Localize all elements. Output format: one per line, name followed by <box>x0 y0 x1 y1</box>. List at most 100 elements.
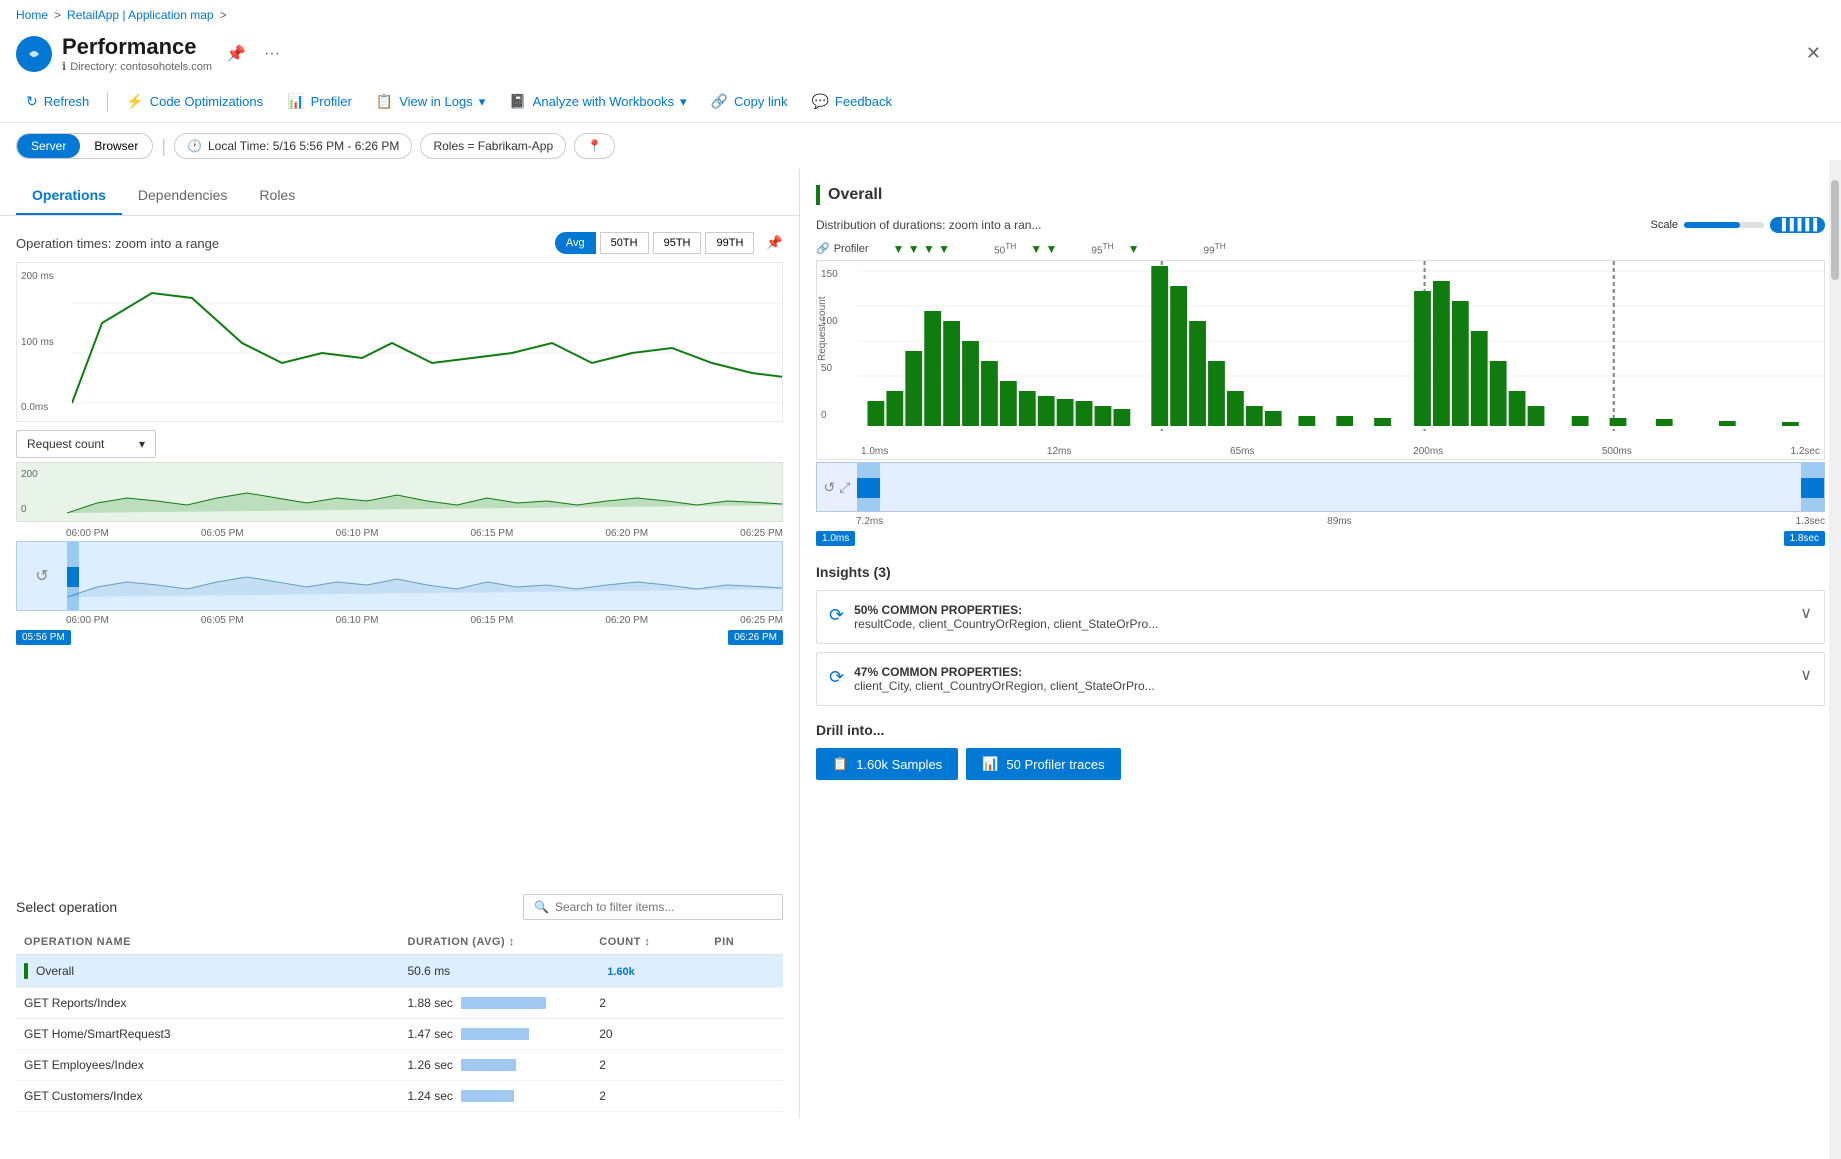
mini-chart[interactable]: 200 0 <box>16 462 783 522</box>
dist-range-icon: ↺ ⤢ <box>817 463 857 511</box>
pin-button[interactable]: 📌 <box>222 40 250 68</box>
samples-button[interactable]: 📋 1.60k Samples <box>816 748 958 780</box>
scale-active-indicator: ▐▐▐▐▐ <box>1770 217 1825 233</box>
sort-icon[interactable]: ↕ <box>509 936 515 948</box>
toolbar: ↻ Refresh ⚡ Code Optimizations 📊 Profile… <box>0 81 1841 123</box>
range-endpoints: 05:56 PM 06:26 PM <box>16 628 783 647</box>
scale-label: Scale <box>1651 219 1679 231</box>
p50-marker: 50TH <box>994 241 1016 256</box>
chevron-down-icon-2: ∨ <box>1800 665 1812 685</box>
table-row[interactable]: GET Customers/Index 1.24 sec 2 <box>16 1081 783 1112</box>
tab-dependencies[interactable]: Dependencies <box>122 177 244 215</box>
sep2: > <box>220 8 227 22</box>
refresh-button[interactable]: ↻ Refresh <box>16 87 99 116</box>
dist-chart-area <box>817 261 1824 459</box>
drill-section: Drill into... 📋 1.60k Samples 📊 50 Profi… <box>816 722 1825 780</box>
mini-chart-svg <box>67 463 783 522</box>
copy-link-button[interactable]: 🔗 Copy link <box>701 87 798 116</box>
duration-value: 1.47 sec <box>408 1027 453 1041</box>
close-button[interactable]: ✕ <box>1802 39 1825 68</box>
page-title: Performance <box>62 34 212 60</box>
profiler-label: Profiler <box>311 94 352 109</box>
y-0: 0.0ms <box>21 402 68 413</box>
insight-card-1[interactable]: ⟳ 50% COMMON PROPERTIES: resultCode, cli… <box>816 590 1825 644</box>
home-link[interactable]: Home <box>16 8 48 22</box>
t5: 06:20 PM <box>605 528 648 539</box>
p50-btn[interactable]: 50TH <box>600 232 649 254</box>
line-chart-svg <box>72 263 783 422</box>
location-filter-pill[interactable]: 📍 <box>574 133 615 159</box>
distribution-chart[interactable]: 150 100 50 0 <box>816 260 1825 460</box>
op-name: GET Employees/Index <box>24 1058 144 1072</box>
insight-icon-2: ⟳ <box>829 667 844 688</box>
duration-axis: 1.0ms 12ms 65ms 200ms 500ms 1.2sec <box>857 444 1824 459</box>
profiler-marker3: ▼ <box>1128 242 1140 256</box>
roles-filter-pill[interactable]: Roles = Fabrikam-App <box>420 133 566 159</box>
op-duration: 1.88 sec <box>400 988 592 1019</box>
count-sort-icon[interactable]: ↕ <box>644 936 650 948</box>
p50-label: 50TH <box>611 237 638 249</box>
left-panel: Operations Dependencies Roles Operation … <box>0 169 800 1118</box>
range-time-labels: 06:00 PM 06:05 PM 06:10 PM 06:15 PM 06:2… <box>16 613 783 626</box>
main-line-chart[interactable]: 200 ms 100 ms 0.0ms <box>16 262 783 422</box>
op-pin[interactable] <box>706 988 783 1019</box>
op-name: GET Home/SmartRequest3 <box>24 1027 171 1041</box>
profiler-button[interactable]: 📊 Profiler <box>277 87 362 116</box>
op-name-cell: GET Employees/Index <box>16 1050 400 1081</box>
insight-text-1: 50% COMMON PROPERTIES: resultCode, clien… <box>854 603 1790 631</box>
title-bar: Performance ℹ Directory: contosohotels.c… <box>0 30 1841 81</box>
insight-desc-1: resultCode, client_CountryOrRegion, clie… <box>854 617 1790 631</box>
profiler-traces-button[interactable]: 📊 50 Profiler traces <box>966 748 1120 780</box>
op-pin[interactable] <box>706 1081 783 1112</box>
scrollbar-track[interactable] <box>1829 160 1841 1159</box>
p99-btn[interactable]: 99TH <box>705 232 754 254</box>
retail-link[interactable]: RetailApp | Application map <box>67 8 214 22</box>
subtitle: ℹ Directory: contosohotels.com <box>62 60 212 73</box>
code-opt-button[interactable]: ⚡ Code Optimizations <box>116 87 273 116</box>
th-count: COUNT ↕ <box>591 930 706 955</box>
op-pin[interactable] <box>706 955 783 988</box>
request-dropdown[interactable]: Request count ▾ <box>16 430 156 458</box>
insight-card-2[interactable]: ⟳ 47% COMMON PROPERTIES: client_City, cl… <box>816 652 1825 706</box>
scale-slider[interactable] <box>1684 222 1764 228</box>
table-row[interactable]: GET Reports/Index 1.88 sec 2 <box>16 988 783 1019</box>
avg-btn[interactable]: Avg <box>555 232 596 254</box>
feedback-button[interactable]: 💬 Feedback <box>801 87 902 116</box>
more-button[interactable]: ··· <box>260 41 284 67</box>
scrollbar-thumb[interactable] <box>1831 180 1839 280</box>
duration-bar <box>461 1090 514 1102</box>
profiler-row: 🔗 Profiler ▼ ▼ ▼ ▼ 50TH ▼ ▼ 95TH ▼ 99TH <box>816 241 1825 256</box>
tab-operations[interactable]: Operations <box>16 177 122 215</box>
analyze-button[interactable]: 📓 Analyze with Workbooks ▾ <box>499 87 696 116</box>
view-in-logs-button[interactable]: 📋 View in Logs ▾ <box>366 87 495 116</box>
time-labels-bar: 06:00 PM 06:05 PM 06:10 PM 06:15 PM 06:2… <box>16 526 783 541</box>
profiler-icon: 📊 <box>287 93 304 110</box>
search-box[interactable]: 🔍 <box>523 894 783 920</box>
right-panel: Overall Distribution of durations: zoom … <box>800 169 1841 1118</box>
expand-icon[interactable]: ⤢ <box>839 479 850 496</box>
search-input[interactable] <box>555 900 772 914</box>
mini-y-labels: 200 0 <box>17 467 67 517</box>
y-100: 100 ms <box>21 337 68 348</box>
dur-1200: 1.2sec <box>1791 446 1820 457</box>
time-filter-pill[interactable]: 🕐 Local Time: 5/16 5:56 PM - 6:26 PM <box>174 133 412 159</box>
y-axis-label: Request count <box>817 297 828 362</box>
browser-toggle[interactable]: Browser <box>80 134 152 158</box>
op-duration: 1.24 sec <box>400 1081 592 1112</box>
dist-range-selector[interactable]: ↺ ⤢ <box>816 462 1825 512</box>
chart-pin-btn[interactable]: 📌 <box>766 235 783 251</box>
ops-table-body: Overall 50.6 ms 1.60k <box>16 955 783 1112</box>
op-pin[interactable] <box>706 1019 783 1050</box>
p95-btn[interactable]: 95TH <box>653 232 702 254</box>
op-name-cell: GET Home/SmartRequest3 <box>16 1019 400 1050</box>
server-toggle[interactable]: Server <box>17 134 80 158</box>
op-duration: 50.6 ms <box>400 955 592 988</box>
table-row[interactable]: Overall 50.6 ms 1.60k <box>16 955 783 988</box>
tab-roles[interactable]: Roles <box>243 177 311 215</box>
table-row[interactable]: GET Home/SmartRequest3 1.47 sec 20 <box>16 1019 783 1050</box>
drill-title: Drill into... <box>816 722 1825 738</box>
table-row[interactable]: GET Employees/Index 1.26 sec 2 <box>16 1050 783 1081</box>
range-selector[interactable]: ↺ <box>16 541 783 611</box>
op-pin[interactable] <box>706 1050 783 1081</box>
op-color-bar <box>24 963 28 979</box>
